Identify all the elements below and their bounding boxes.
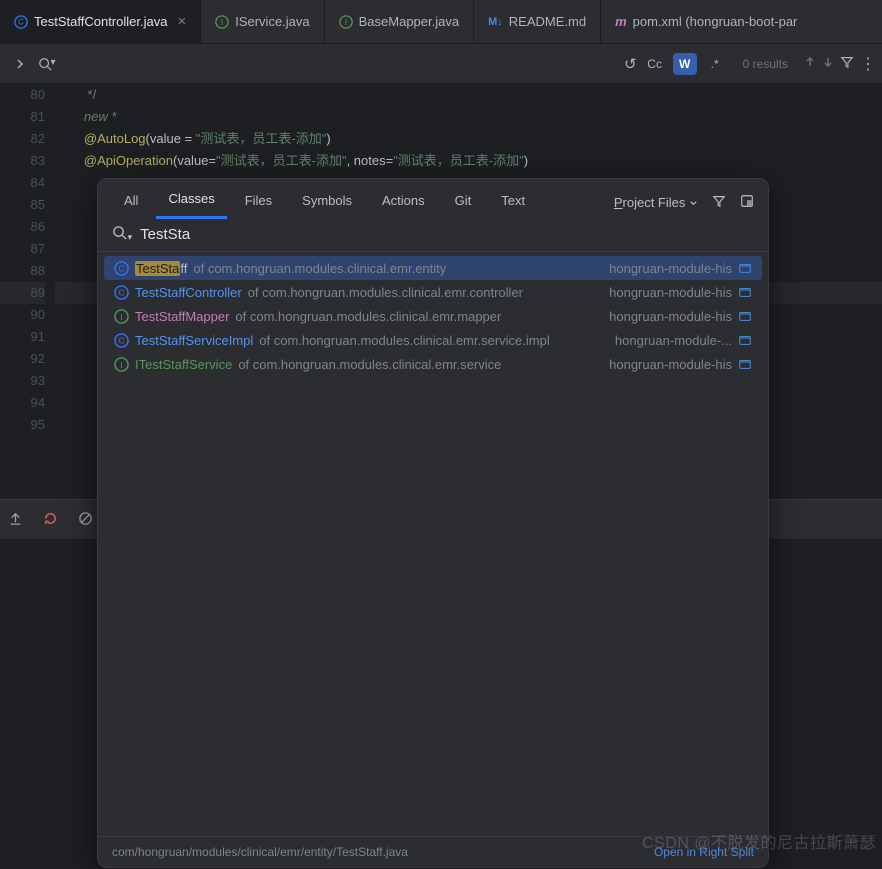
- search-input[interactable]: [140, 226, 754, 243]
- class-icon: C: [14, 15, 28, 29]
- result-package: of com.hongruan.modules.clinical.emr.map…: [235, 309, 501, 324]
- result-package: of com.hongruan.modules.clinical.emr.ser…: [259, 333, 549, 348]
- chevron-right-icon[interactable]: [6, 59, 34, 69]
- result-package: of com.hongruan.modules.clinical.emr.ent…: [193, 261, 446, 276]
- module-icon: [738, 357, 752, 371]
- module-icon: [738, 261, 752, 275]
- popup-tab-classes[interactable]: Classes: [156, 185, 226, 219]
- tab-label: pom.xml (hongruan-boot-par: [633, 14, 798, 29]
- interface-icon: I: [114, 309, 129, 324]
- result-package: of com.hongruan.modules.clinical.emr.con…: [248, 285, 523, 300]
- tab-label: BaseMapper.java: [359, 14, 459, 29]
- editor-tab-bar: C TestStaffController.java × I IService.…: [0, 0, 882, 44]
- result-name: ITestStaffService: [135, 357, 232, 372]
- interface-icon: I: [215, 15, 229, 29]
- result-package: of com.hongruan.modules.clinical.emr.ser…: [238, 357, 501, 372]
- svg-text:C: C: [18, 17, 24, 26]
- disabled-icon[interactable]: [78, 511, 93, 529]
- scope-dropdown[interactable]: Project Files: [614, 195, 698, 210]
- editor-tab-pom[interactable]: m pom.xml (hongruan-boot-par: [601, 0, 811, 43]
- svg-text:I: I: [120, 311, 122, 321]
- class-icon: C: [114, 261, 129, 276]
- module-icon: [738, 333, 752, 347]
- tab-label: README.md: [509, 14, 586, 29]
- words-toggle[interactable]: W: [673, 53, 697, 75]
- find-bar: ▾ ↻ Cc W .* 0 results ⋮: [0, 44, 882, 84]
- close-icon[interactable]: ×: [177, 13, 186, 30]
- popup-tab-text[interactable]: Text: [489, 187, 537, 218]
- popup-tab-all[interactable]: All: [112, 187, 150, 218]
- result-row[interactable]: C TestStaffServiceImpl of com.hongruan.m…: [98, 328, 768, 352]
- match-case-toggle[interactable]: Cc: [643, 53, 667, 75]
- class-icon: C: [114, 333, 129, 348]
- upload-icon[interactable]: [8, 511, 23, 529]
- search-icon: ▾: [112, 225, 132, 243]
- result-module: hongruan-module-his: [609, 357, 752, 372]
- refresh-icon[interactable]: [43, 511, 58, 529]
- maven-icon: m: [615, 14, 627, 29]
- tab-label: TestStaffController.java: [34, 14, 167, 29]
- prev-occurrence-icon[interactable]: ↻: [624, 55, 637, 73]
- svg-text:C: C: [118, 287, 124, 297]
- open-in-tool-window-icon[interactable]: [740, 194, 754, 211]
- results-count: 0 results: [743, 57, 788, 71]
- result-row[interactable]: C TestStaff of com.hongruan.modules.clin…: [104, 256, 762, 280]
- svg-text:I: I: [221, 18, 223, 27]
- open-in-right-split-link[interactable]: Open in Right Split: [654, 845, 754, 859]
- popup-tab-git[interactable]: Git: [443, 187, 484, 218]
- popup-tab-files[interactable]: Files: [233, 187, 284, 218]
- markdown-icon: M↓: [488, 16, 503, 28]
- editor-tab-iservice[interactable]: I IService.java: [201, 0, 324, 43]
- search-icon[interactable]: ▾: [34, 57, 60, 71]
- arrow-down-icon[interactable]: [822, 56, 834, 71]
- result-name: TestStaff: [135, 261, 187, 276]
- gutter: 80 81 82 83 84 85 86 87 88 89 90 91 92 9…: [0, 84, 55, 436]
- more-icon[interactable]: ⋮: [860, 54, 874, 74]
- footer-path: com/hongruan/modules/clinical/emr/entity…: [112, 845, 408, 859]
- result-module: hongruan-module-his: [609, 285, 752, 300]
- popup-tab-symbols[interactable]: Symbols: [290, 187, 364, 218]
- result-row[interactable]: I ITestStaffService of com.hongruan.modu…: [98, 352, 768, 376]
- search-everywhere-popup: All Classes Files Symbols Actions Git Te…: [97, 178, 769, 868]
- result-row[interactable]: I TestStaffMapper of com.hongruan.module…: [98, 304, 768, 328]
- svg-text:C: C: [118, 263, 124, 273]
- regex-toggle[interactable]: .*: [703, 53, 727, 75]
- arrow-up-icon[interactable]: [804, 56, 816, 71]
- result-module: hongruan-module-...: [615, 333, 752, 348]
- result-name: TestStaffMapper: [135, 309, 229, 324]
- result-name: TestStaffServiceImpl: [135, 333, 253, 348]
- module-icon: [738, 309, 752, 323]
- result-module: hongruan-module-his: [609, 261, 752, 276]
- editor-tab-readme[interactable]: M↓ README.md: [474, 0, 601, 43]
- popup-footer: com/hongruan/modules/clinical/emr/entity…: [98, 836, 768, 867]
- interface-icon: I: [339, 15, 353, 29]
- module-icon: [738, 285, 752, 299]
- interface-icon: I: [114, 357, 129, 372]
- svg-text:C: C: [118, 335, 124, 345]
- results-list: C TestStaff of com.hongruan.modules.clin…: [98, 252, 768, 836]
- popup-tab-bar: All Classes Files Symbols Actions Git Te…: [98, 179, 768, 219]
- popup-tab-actions[interactable]: Actions: [370, 187, 437, 218]
- svg-text:I: I: [120, 359, 122, 369]
- filter-icon[interactable]: [712, 194, 726, 211]
- editor-tab-basemapper[interactable]: I BaseMapper.java: [325, 0, 474, 43]
- result-name: TestStaffController: [135, 285, 242, 300]
- popup-search-row: ▾: [98, 219, 768, 252]
- editor-tab-teststaffcontroller[interactable]: C TestStaffController.java ×: [0, 0, 201, 43]
- filter-icon[interactable]: [840, 55, 854, 72]
- tab-label: IService.java: [235, 14, 309, 29]
- svg-text:I: I: [345, 18, 347, 27]
- class-icon: C: [114, 285, 129, 300]
- result-row[interactable]: C TestStaffController of com.hongruan.mo…: [98, 280, 768, 304]
- result-module: hongruan-module-his: [609, 309, 752, 324]
